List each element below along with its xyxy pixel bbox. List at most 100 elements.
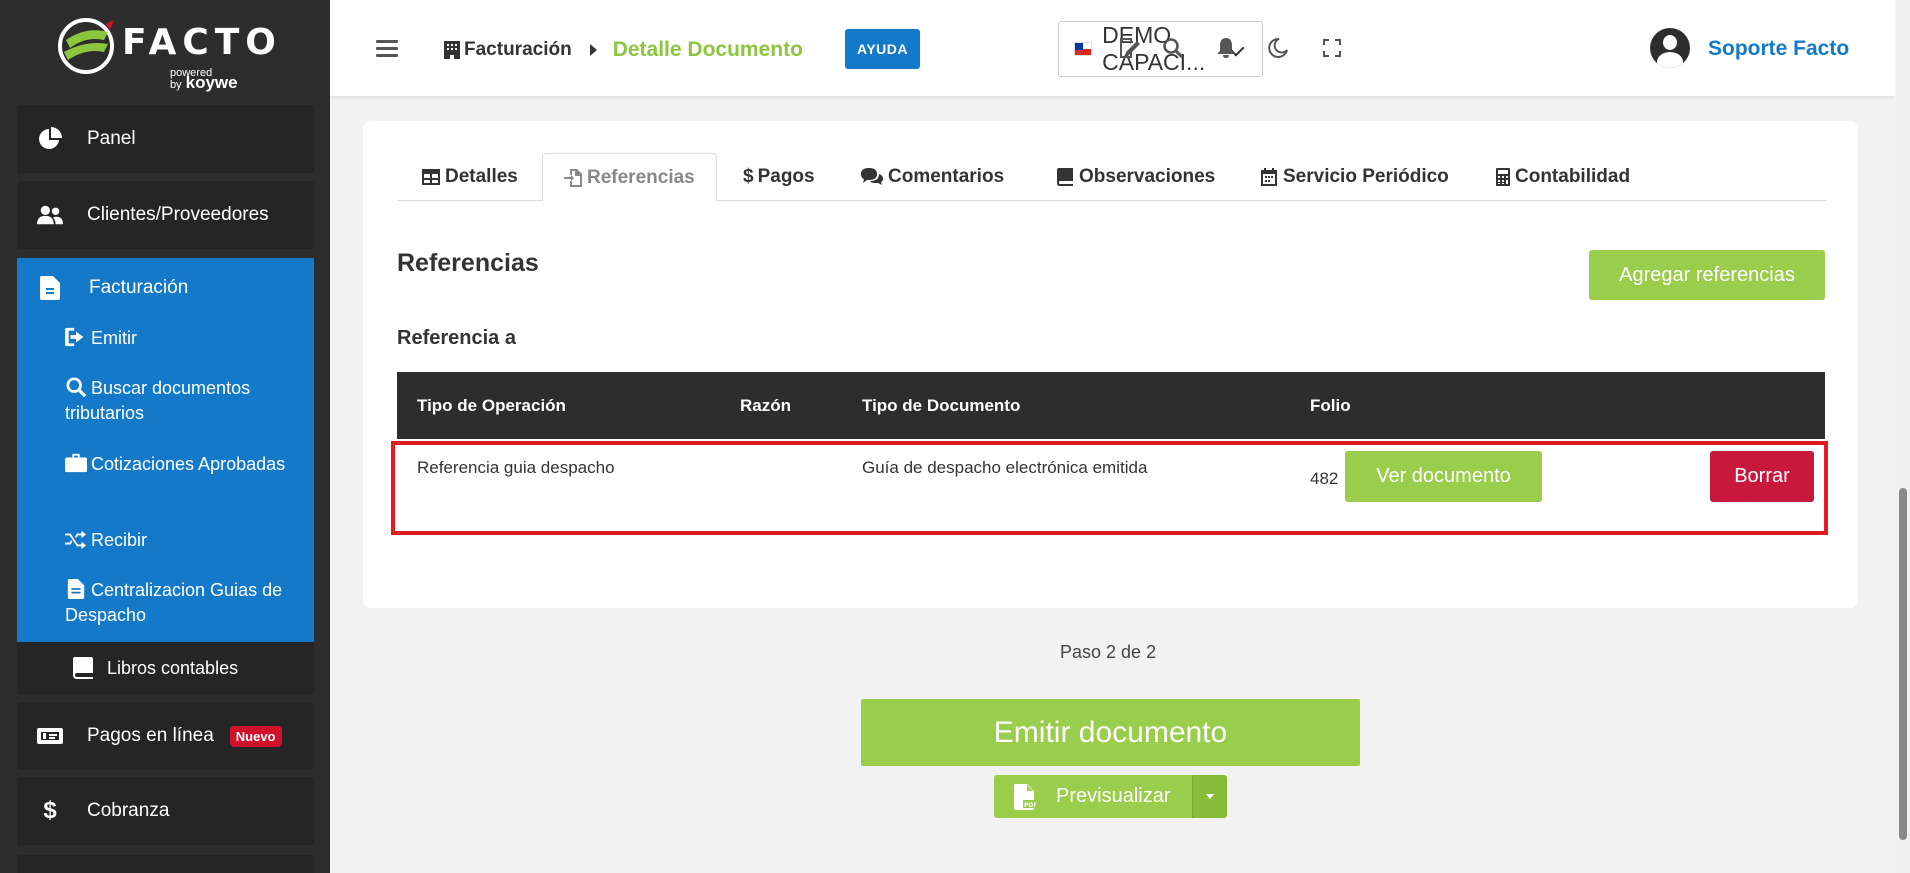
search-icon[interactable] (1161, 36, 1185, 60)
sidebar-item-pagos[interactable]: Pagos en línea Nuevo (17, 702, 314, 770)
sidebar-item-cobranza[interactable]: $ Cobranza (17, 777, 314, 845)
moon-icon[interactable] (1266, 36, 1290, 60)
row-highlight-box (391, 441, 1828, 535)
tab-servicio-periodico[interactable]: Servicio Periódico (1260, 153, 1449, 201)
preview-label: Previsualizar (1056, 785, 1171, 807)
pie-chart-icon (35, 127, 65, 151)
step-indicator: Paso 2 de 2 (1060, 642, 1157, 662)
sidebar-item-next[interactable] (17, 855, 314, 873)
logo-powered: powered by koywe (170, 68, 278, 92)
user-name[interactable]: Soporte Facto (1708, 37, 1849, 61)
dollar-icon: $ (743, 166, 754, 187)
sidebar-subitem-label: Buscar documentos tributarios (65, 378, 251, 423)
sidebar-item-label: Pagos en línea (87, 725, 214, 746)
tab-pagos[interactable]: $ Pagos (743, 153, 815, 201)
sidebar-item-label: Libros contables (107, 657, 239, 678)
sidebar-subitem-label: Centralizacion Guias de Despacho (65, 580, 283, 625)
top-header: Facturación Detalle Documento AYUDA DEMO… (330, 0, 1895, 96)
sidebar: FACTO powered by koywe Panel Clientes/Pro… (0, 0, 330, 873)
money-bill-icon (35, 724, 65, 748)
add-references-button[interactable]: Agregar referencias (1589, 250, 1825, 300)
breadcrumb-label: Facturación (464, 39, 572, 60)
tab-contabilidad[interactable]: Contabilidad (1496, 153, 1630, 201)
facto-logo-mark-icon (58, 18, 114, 74)
sidebar-item-facturacion[interactable]: Facturación (35, 276, 188, 300)
sidebar-subitem-recibir[interactable]: Recibir (65, 528, 305, 553)
sidebar-item-label: Panel (87, 128, 136, 149)
tab-observaciones[interactable]: Observaciones (1056, 153, 1215, 201)
breadcrumb: Facturación Detalle Documento (444, 38, 803, 62)
shuffle-icon (65, 530, 87, 550)
logo-text: FACTO (122, 22, 282, 63)
tabs: Detalles Referencias $ Pagos Comentarios… (397, 153, 1827, 202)
tab-label: Contabilidad (1515, 166, 1631, 187)
section-subtitle: Referencia a (397, 327, 516, 349)
sidebar-subitem-label: Cotizaciones Aprobadas (91, 454, 286, 474)
facto-logo[interactable]: FACTO powered by koywe (58, 16, 278, 91)
breadcrumb-caret-icon (589, 44, 597, 56)
tab-label: Comentarios (888, 166, 1005, 187)
file-icon (67, 579, 85, 599)
chile-flag-icon (1074, 42, 1093, 56)
comments-icon (861, 168, 883, 185)
book-icon (1057, 168, 1073, 186)
sidebar-item-libros[interactable]: Libros contables (17, 642, 314, 694)
sidebar-subitem-emitir[interactable]: Emitir (65, 326, 305, 351)
sidebar-item-clientes[interactable]: Clientes/Proveedores (17, 181, 314, 249)
calendar-icon (1261, 168, 1277, 186)
breadcrumb-current: Detalle Documento (612, 38, 803, 61)
scrollbar-thumb[interactable] (1899, 488, 1907, 840)
sidebar-subitem-centralizacion[interactable]: Centralizacion Guias de Despacho (65, 578, 305, 628)
preview-button-group: PDF Previsualizar (994, 775, 1227, 818)
tab-detalles[interactable]: Detalles (422, 153, 518, 201)
breadcrumb-facturacion[interactable]: Facturación (444, 39, 572, 61)
column-header-tipo-operacion: Tipo de Operación (417, 396, 566, 415)
table-icon (422, 169, 440, 185)
emit-document-button[interactable]: Emitir documento (861, 699, 1360, 766)
bell-icon[interactable] (1214, 36, 1238, 60)
file-import-icon (564, 168, 582, 187)
sidebar-subitem-cotizaciones[interactable]: Cotizaciones Aprobadas (65, 452, 305, 477)
tab-label: Referencias (587, 166, 695, 188)
sidebar-subitem-label: Recibir (91, 530, 148, 550)
svg-text:PDF: PDF (1024, 802, 1036, 809)
sidebar-subitem-label: Emitir (91, 328, 137, 348)
tab-label: Pagos (757, 166, 815, 187)
column-header-tipo-documento: Tipo de Documento (862, 396, 1021, 415)
calculator-icon (1496, 168, 1510, 186)
help-button[interactable]: AYUDA (845, 29, 920, 69)
sidebar-item-panel[interactable]: Panel (17, 105, 314, 173)
column-header-razon: Razón (740, 396, 791, 415)
new-badge: Nuevo (229, 725, 282, 747)
preview-button[interactable]: PDF Previsualizar (994, 775, 1192, 818)
hamburger-menu-icon[interactable] (376, 40, 398, 58)
users-icon (35, 203, 65, 227)
tab-label: Detalles (445, 166, 518, 187)
column-header-folio: Folio (1310, 396, 1351, 415)
tab-label: Servicio Periódico (1283, 166, 1449, 187)
building-icon (444, 41, 460, 59)
sidebar-item-label: Cobranza (87, 800, 170, 821)
table-header: Tipo de Operación Razón Tipo de Document… (397, 372, 1825, 439)
fullscreen-icon[interactable] (1320, 36, 1344, 60)
sidebar-item-label: Facturación (89, 277, 189, 298)
section-title: Referencias (397, 249, 539, 277)
koywe-brand: koywe (185, 73, 238, 92)
signature-icon[interactable] (1117, 36, 1141, 60)
tab-referencias[interactable]: Referencias (542, 153, 717, 202)
sidebar-subitem-buscar[interactable]: Buscar documentos tributarios (65, 376, 305, 426)
tab-label: Observaciones (1079, 166, 1216, 187)
sidebar-item-label: Clientes/Proveedores (87, 204, 269, 225)
sidebar-section-facturacion: Facturación Emitir Buscar documentos tri… (17, 258, 314, 642)
book-icon (73, 657, 93, 679)
file-text-icon (40, 276, 60, 300)
sign-out-icon (65, 327, 84, 347)
search-icon (66, 377, 87, 398)
pdf-file-icon: PDF (1014, 783, 1036, 810)
tab-comentarios[interactable]: Comentarios (861, 153, 1004, 201)
briefcase-icon (65, 453, 87, 473)
avatar[interactable] (1650, 28, 1690, 68)
dollar-icon: $ (43, 797, 57, 824)
preview-dropdown-caret-icon[interactable] (1192, 775, 1227, 818)
scrollbar[interactable] (1895, 0, 1910, 873)
